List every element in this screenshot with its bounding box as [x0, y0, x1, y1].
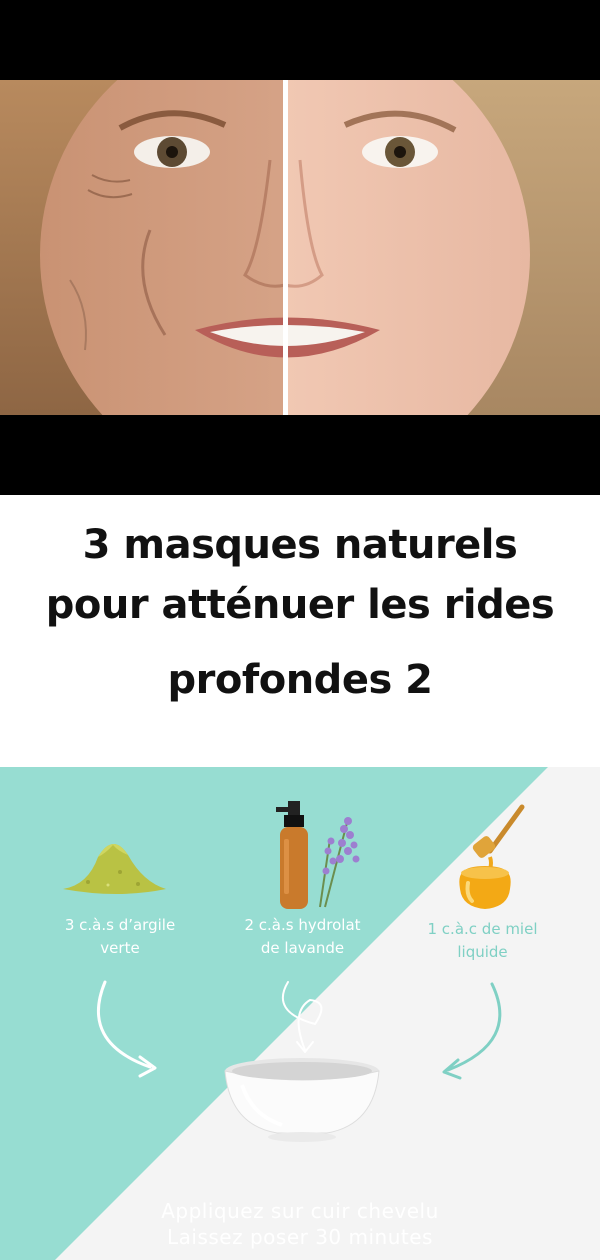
- bottom-black-bar: [0, 415, 600, 495]
- ingredient-label-honey: 1 c.à.c de miel liquide: [395, 918, 570, 964]
- title-line-3: profondes 2: [167, 657, 433, 703]
- arrow-left-icon: [96, 980, 157, 1078]
- title-line-2: pour atténuer les rides: [45, 582, 555, 628]
- instruction-line-1: Appliquez sur cuir chevelu: [161, 1199, 439, 1223]
- ingredient-label-lavender: 2 c.à.s hydrolat de lavande: [210, 914, 395, 960]
- recipe-infographic: 3 c.à.s d’argile verte 2 c.à.s hydrolat …: [0, 767, 600, 1260]
- arrow-middle-icon: [282, 981, 323, 1053]
- bowl-icon: [224, 1058, 380, 1142]
- green-clay-icon: [63, 843, 166, 894]
- honey-jar-icon: [459, 804, 525, 909]
- before-after-photo: [0, 80, 600, 415]
- ingredient-label-clay-line-1: 3 c.à.s d’argile: [64, 916, 176, 934]
- instruction-line-2: Laissez poser 30 minutes: [167, 1225, 433, 1249]
- arrow-right-icon: [442, 982, 502, 1080]
- ingredient-label-lavender-line-2: de lavande: [260, 939, 345, 957]
- ingredient-label-clay-line-2: verte: [100, 939, 140, 957]
- lavender-spray-bottle-icon: [276, 801, 360, 909]
- ingredient-label-honey-line-2: liquide: [457, 943, 508, 961]
- title-block: 3 masques naturels pour atténuer les rid…: [0, 495, 600, 767]
- ingredient-label-honey-line-1: 1 c.à.c de miel: [427, 920, 538, 938]
- top-black-bar: [0, 0, 600, 80]
- before-after-face-illustration: [0, 80, 600, 415]
- title-line-1: 3 masques naturels: [82, 522, 518, 568]
- ingredient-label-lavender-line-1: 2 c.à.s hydrolat: [244, 916, 361, 934]
- ingredient-label-clay: 3 c.à.s d’argile verte: [30, 914, 210, 960]
